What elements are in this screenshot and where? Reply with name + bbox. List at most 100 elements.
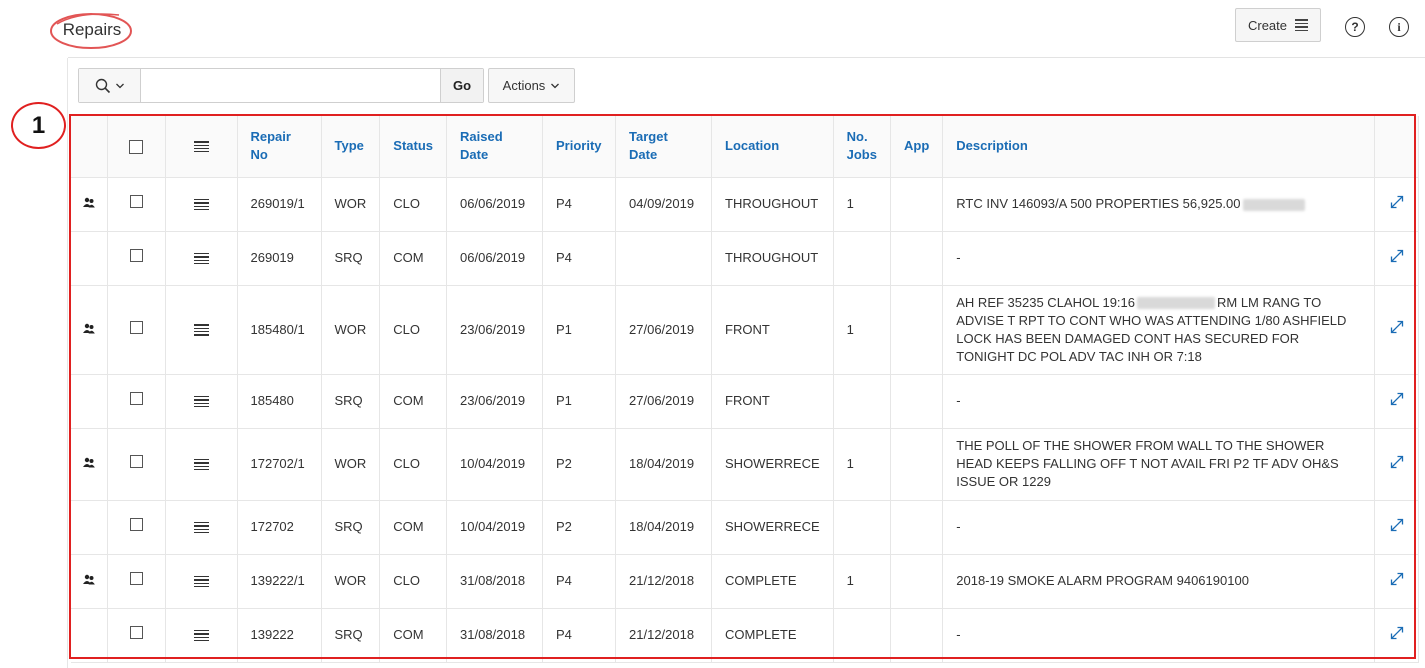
row-actions-icon[interactable] <box>193 197 209 212</box>
description-text: THE POLL OF THE SHOWER FROM WALL TO THE … <box>956 438 1339 489</box>
select-all-checkbox[interactable] <box>129 139 143 154</box>
cell-location: FRONT <box>711 285 834 375</box>
cell-no-jobs <box>833 374 891 429</box>
row-checkbox[interactable] <box>129 195 143 209</box>
row-actions-icon[interactable] <box>193 574 209 589</box>
row-actions-icon[interactable] <box>193 251 209 266</box>
expand-icon[interactable] <box>1389 454 1405 475</box>
row-actions-cell <box>165 554 238 609</box>
table-row: 139222/1 WOR CLO 31/08/2018 P4 21/12/2018 COMP… <box>71 554 1420 609</box>
cell-no-jobs: 1 <box>833 177 891 232</box>
row-actions-icon <box>193 139 209 154</box>
actions-menu-button[interactable]: Actions <box>488 68 575 103</box>
cell-location: COMPLETE <box>711 554 834 609</box>
people-icon[interactable] <box>82 321 95 339</box>
row-actions-cell <box>165 500 238 555</box>
chevron-down-icon <box>115 83 124 88</box>
expand-icon[interactable] <box>1389 517 1405 538</box>
cell-target-date: 21/12/2018 <box>615 554 713 609</box>
col-header-description[interactable]: Description <box>942 116 1376 178</box>
cell-app <box>890 231 944 286</box>
table-header-row: Repair No Type Status Raised Date Priority… <box>71 116 1420 178</box>
cell-status: COM <box>379 500 448 555</box>
row-actions-icon[interactable] <box>193 628 209 643</box>
col-header-app[interactable]: App <box>890 116 944 178</box>
row-checkbox[interactable] <box>129 392 143 406</box>
go-button[interactable]: Go <box>440 69 483 102</box>
col-header-icon <box>71 116 108 178</box>
row-select-cell <box>107 374 166 429</box>
cell-no-jobs: 1 <box>833 285 891 375</box>
expand-icon[interactable] <box>1389 248 1405 269</box>
cell-priority: P2 <box>542 500 617 555</box>
cell-raised-date: 31/08/2018 <box>446 608 544 663</box>
description-text: - <box>956 627 961 642</box>
row-select-cell <box>107 428 166 501</box>
col-header-priority[interactable]: Priority <box>542 116 617 178</box>
cell-app <box>890 374 944 429</box>
table-row: 172702/1 WOR CLO 10/04/2019 P2 18/04/2019 SHOW… <box>71 428 1420 501</box>
row-checkbox[interactable] <box>129 626 143 640</box>
row-actions-icon[interactable] <box>193 394 209 409</box>
row-checkbox[interactable] <box>129 572 143 586</box>
row-checkbox[interactable] <box>129 518 143 532</box>
cell-raised-date: 31/08/2018 <box>446 554 544 609</box>
cell-priority: P4 <box>542 231 617 286</box>
row-type-icon-cell <box>71 374 108 429</box>
expand-icon[interactable] <box>1389 571 1405 592</box>
row-actions-icon[interactable] <box>193 322 209 337</box>
row-select-cell <box>107 554 166 609</box>
redacted-text <box>1242 198 1305 211</box>
row-actions-icon[interactable] <box>193 520 209 535</box>
col-header-no-jobs[interactable]: No. Jobs <box>833 116 891 178</box>
cell-location: SHOWERRECE <box>711 428 834 501</box>
col-header-target-date[interactable]: Target Date <box>615 116 713 178</box>
row-expand-cell <box>1374 374 1420 429</box>
row-expand-cell <box>1374 608 1420 663</box>
actions-label: Actions <box>502 78 546 93</box>
cell-status: CLO <box>379 428 448 501</box>
description-text: AH REF 35235 CLAHOL 19:16 <box>956 294 1135 310</box>
cell-raised-date: 23/06/2019 <box>446 285 544 375</box>
create-button[interactable]: Create <box>1235 8 1321 42</box>
col-header-raised-date[interactable]: Raised Date <box>446 116 544 178</box>
expand-icon[interactable] <box>1389 319 1405 340</box>
help-icon[interactable]: ? <box>1345 17 1365 37</box>
repairs-report-table: Repair No Type Status Raised Date Priority… <box>71 116 1420 663</box>
cell-raised-date: 06/06/2019 <box>446 177 544 232</box>
col-header-repair-no[interactable]: Repair No <box>237 116 322 178</box>
row-checkbox[interactable] <box>129 249 143 263</box>
search-input[interactable] <box>141 69 440 102</box>
callout-marker: 1 <box>11 102 66 149</box>
cell-target-date: 18/04/2019 <box>615 428 713 501</box>
col-header-status[interactable]: Status <box>379 116 448 178</box>
cell-priority: P4 <box>542 177 617 232</box>
expand-icon[interactable] <box>1389 625 1405 646</box>
people-icon[interactable] <box>82 195 95 213</box>
expand-icon[interactable] <box>1389 194 1405 215</box>
col-header-select <box>107 116 166 178</box>
row-checkbox[interactable] <box>129 320 143 334</box>
col-header-location[interactable]: Location <box>711 116 834 178</box>
row-actions-cell <box>165 428 238 501</box>
search-column-toggle[interactable] <box>79 69 141 102</box>
expand-icon[interactable] <box>1389 391 1405 412</box>
row-select-cell <box>107 231 166 286</box>
cell-type: WOR <box>321 428 381 501</box>
people-icon[interactable] <box>82 455 95 473</box>
row-actions-cell <box>165 374 238 429</box>
row-type-icon-cell <box>71 285 108 375</box>
col-header-type[interactable]: Type <box>321 116 381 178</box>
table-row: 185480 SRQ COM 23/06/2019 P1 27/06/2019 FRONT - <box>71 374 1420 429</box>
row-checkbox[interactable] <box>129 455 143 469</box>
cell-type: WOR <box>321 554 381 609</box>
people-icon[interactable] <box>82 572 95 590</box>
info-icon[interactable]: i <box>1389 17 1409 37</box>
cell-target-date: 27/06/2019 <box>615 285 713 375</box>
callout-number: 1 <box>31 111 46 139</box>
row-type-icon-cell <box>71 500 108 555</box>
table-row: 269019/1 WOR CLO 06/06/2019 P4 04/09/2019 THRO… <box>71 177 1420 232</box>
cell-repair-no: 139222/1 <box>237 554 322 609</box>
row-actions-icon[interactable] <box>193 457 209 472</box>
cell-no-jobs <box>833 231 891 286</box>
